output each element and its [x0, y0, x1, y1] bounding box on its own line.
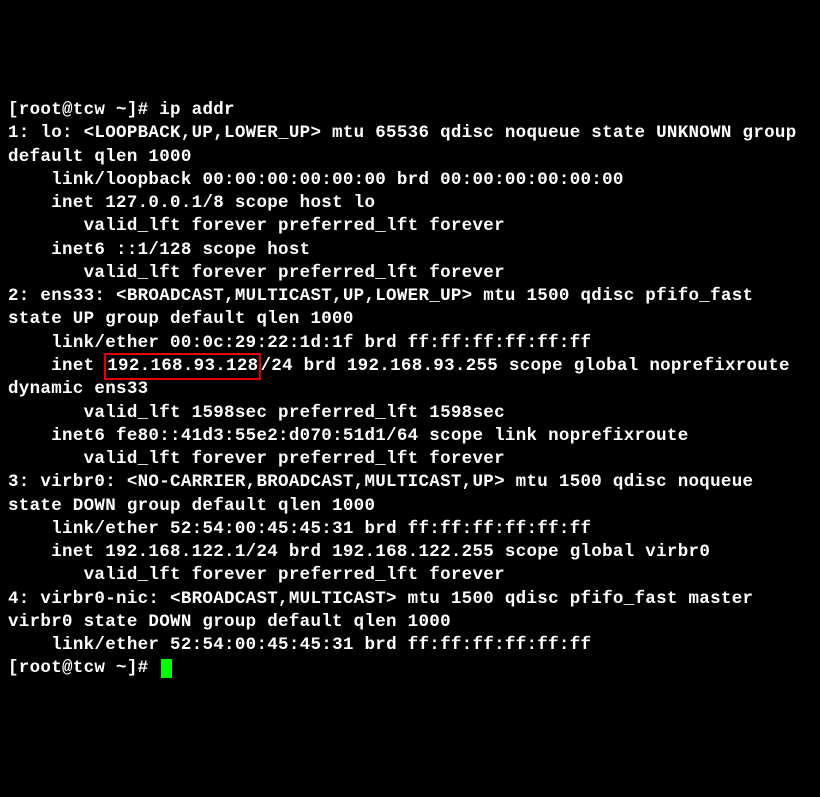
- output-line: valid_lft forever preferred_lft forever: [8, 215, 812, 238]
- output-line: valid_lft forever preferred_lft forever: [8, 262, 812, 285]
- output-line-highlighted-ip: inet 192.168.93.128/24 brd 192.168.93.25…: [8, 355, 812, 402]
- terminal-output[interactable]: [root@tcw ~]# ip addr1: lo: <LOOPBACK,UP…: [8, 99, 812, 681]
- output-line: inet6 fe80::41d3:55e2:d070:51d1/64 scope…: [8, 425, 812, 448]
- highlighted-ip-address: 192.168.93.128: [107, 356, 258, 376]
- output-line: valid_lft forever preferred_lft forever: [8, 564, 812, 587]
- output-line: 2: ens33: <BROADCAST,MULTICAST,UP,LOWER_…: [8, 285, 812, 332]
- output-line: 3: virbr0: <NO-CARRIER,BROADCAST,MULTICA…: [8, 471, 812, 518]
- output-line: 4: virbr0-nic: <BROADCAST,MULTICAST> mtu…: [8, 588, 812, 635]
- typed-command: ip addr: [159, 100, 235, 120]
- prompt-line-1: [root@tcw ~]# ip addr: [8, 99, 812, 122]
- output-line: inet 127.0.0.1/8 scope host lo: [8, 192, 812, 215]
- output-line: inet6 ::1/128 scope host: [8, 239, 812, 262]
- output-line: link/ether 00:0c:29:22:1d:1f brd ff:ff:f…: [8, 332, 812, 355]
- output-line: 1: lo: <LOOPBACK,UP,LOWER_UP> mtu 65536 …: [8, 122, 812, 169]
- highlight-box-icon: 192.168.93.128: [104, 353, 261, 380]
- inet-prefix-text: inet: [8, 356, 105, 376]
- output-line: inet 192.168.122.1/24 brd 192.168.122.25…: [8, 541, 812, 564]
- output-line: link/ether 52:54:00:45:45:31 brd ff:ff:f…: [8, 518, 812, 541]
- output-line: link/loopback 00:00:00:00:00:00 brd 00:0…: [8, 169, 812, 192]
- shell-prompt: [root@tcw ~]#: [8, 658, 159, 678]
- shell-prompt: [root@tcw ~]#: [8, 100, 159, 120]
- output-line: link/ether 52:54:00:45:45:31 brd ff:ff:f…: [8, 634, 812, 657]
- cursor-icon: [161, 659, 172, 678]
- output-line: valid_lft forever preferred_lft forever: [8, 448, 812, 471]
- prompt-line-2[interactable]: [root@tcw ~]#: [8, 657, 812, 680]
- output-line: valid_lft 1598sec preferred_lft 1598sec: [8, 402, 812, 425]
